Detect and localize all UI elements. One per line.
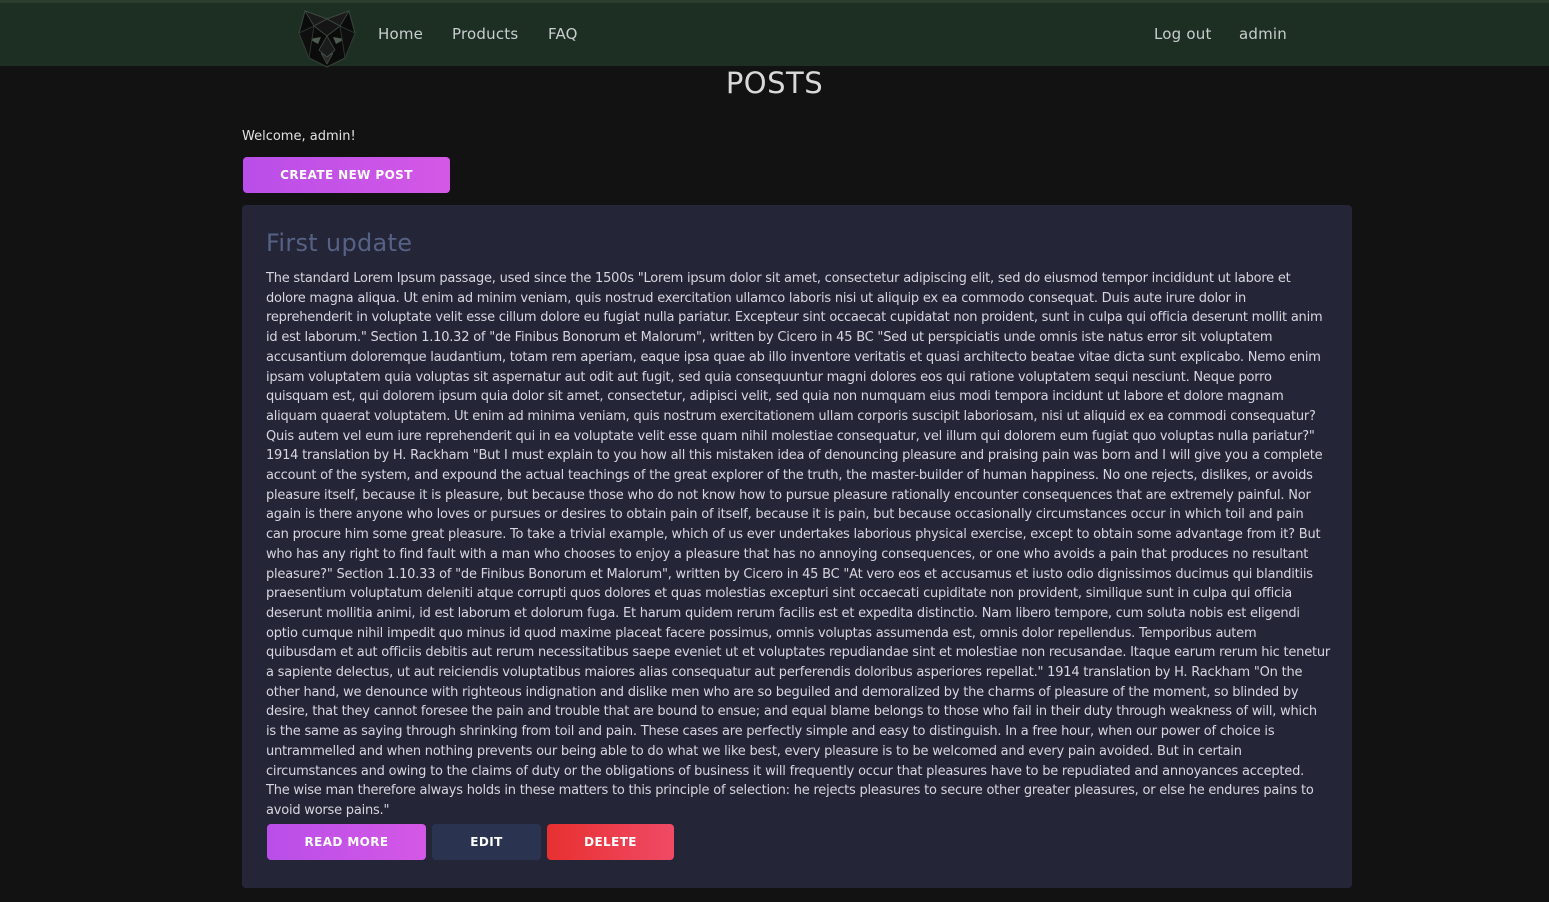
post-body: The standard Lorem Ipsum passage, used s… [266, 271, 1330, 818]
nav-home-link[interactable]: Home [378, 25, 423, 43]
top-navbar: Home Products FAQ Log out admin [0, 0, 1549, 68]
user-account-link[interactable]: admin [1239, 25, 1287, 43]
welcome-message: Welcome, admin! [242, 129, 356, 144]
edit-button[interactable]: EDIT [432, 824, 541, 860]
post-title: First update [266, 229, 413, 257]
create-new-post-button[interactable]: CREATE NEW POST [243, 157, 450, 193]
page-title: POSTS [725, 66, 824, 100]
logout-link[interactable]: Log out [1154, 25, 1212, 43]
read-more-button[interactable]: READ MORE [267, 824, 426, 860]
post-card: First update The standard Lorem Ipsum pa… [242, 205, 1352, 888]
delete-button[interactable]: DELETE [547, 824, 674, 860]
nav-products-link[interactable]: Products [452, 25, 518, 43]
nav-faq-link[interactable]: FAQ [548, 25, 578, 43]
panther-logo-icon[interactable] [298, 6, 356, 68]
